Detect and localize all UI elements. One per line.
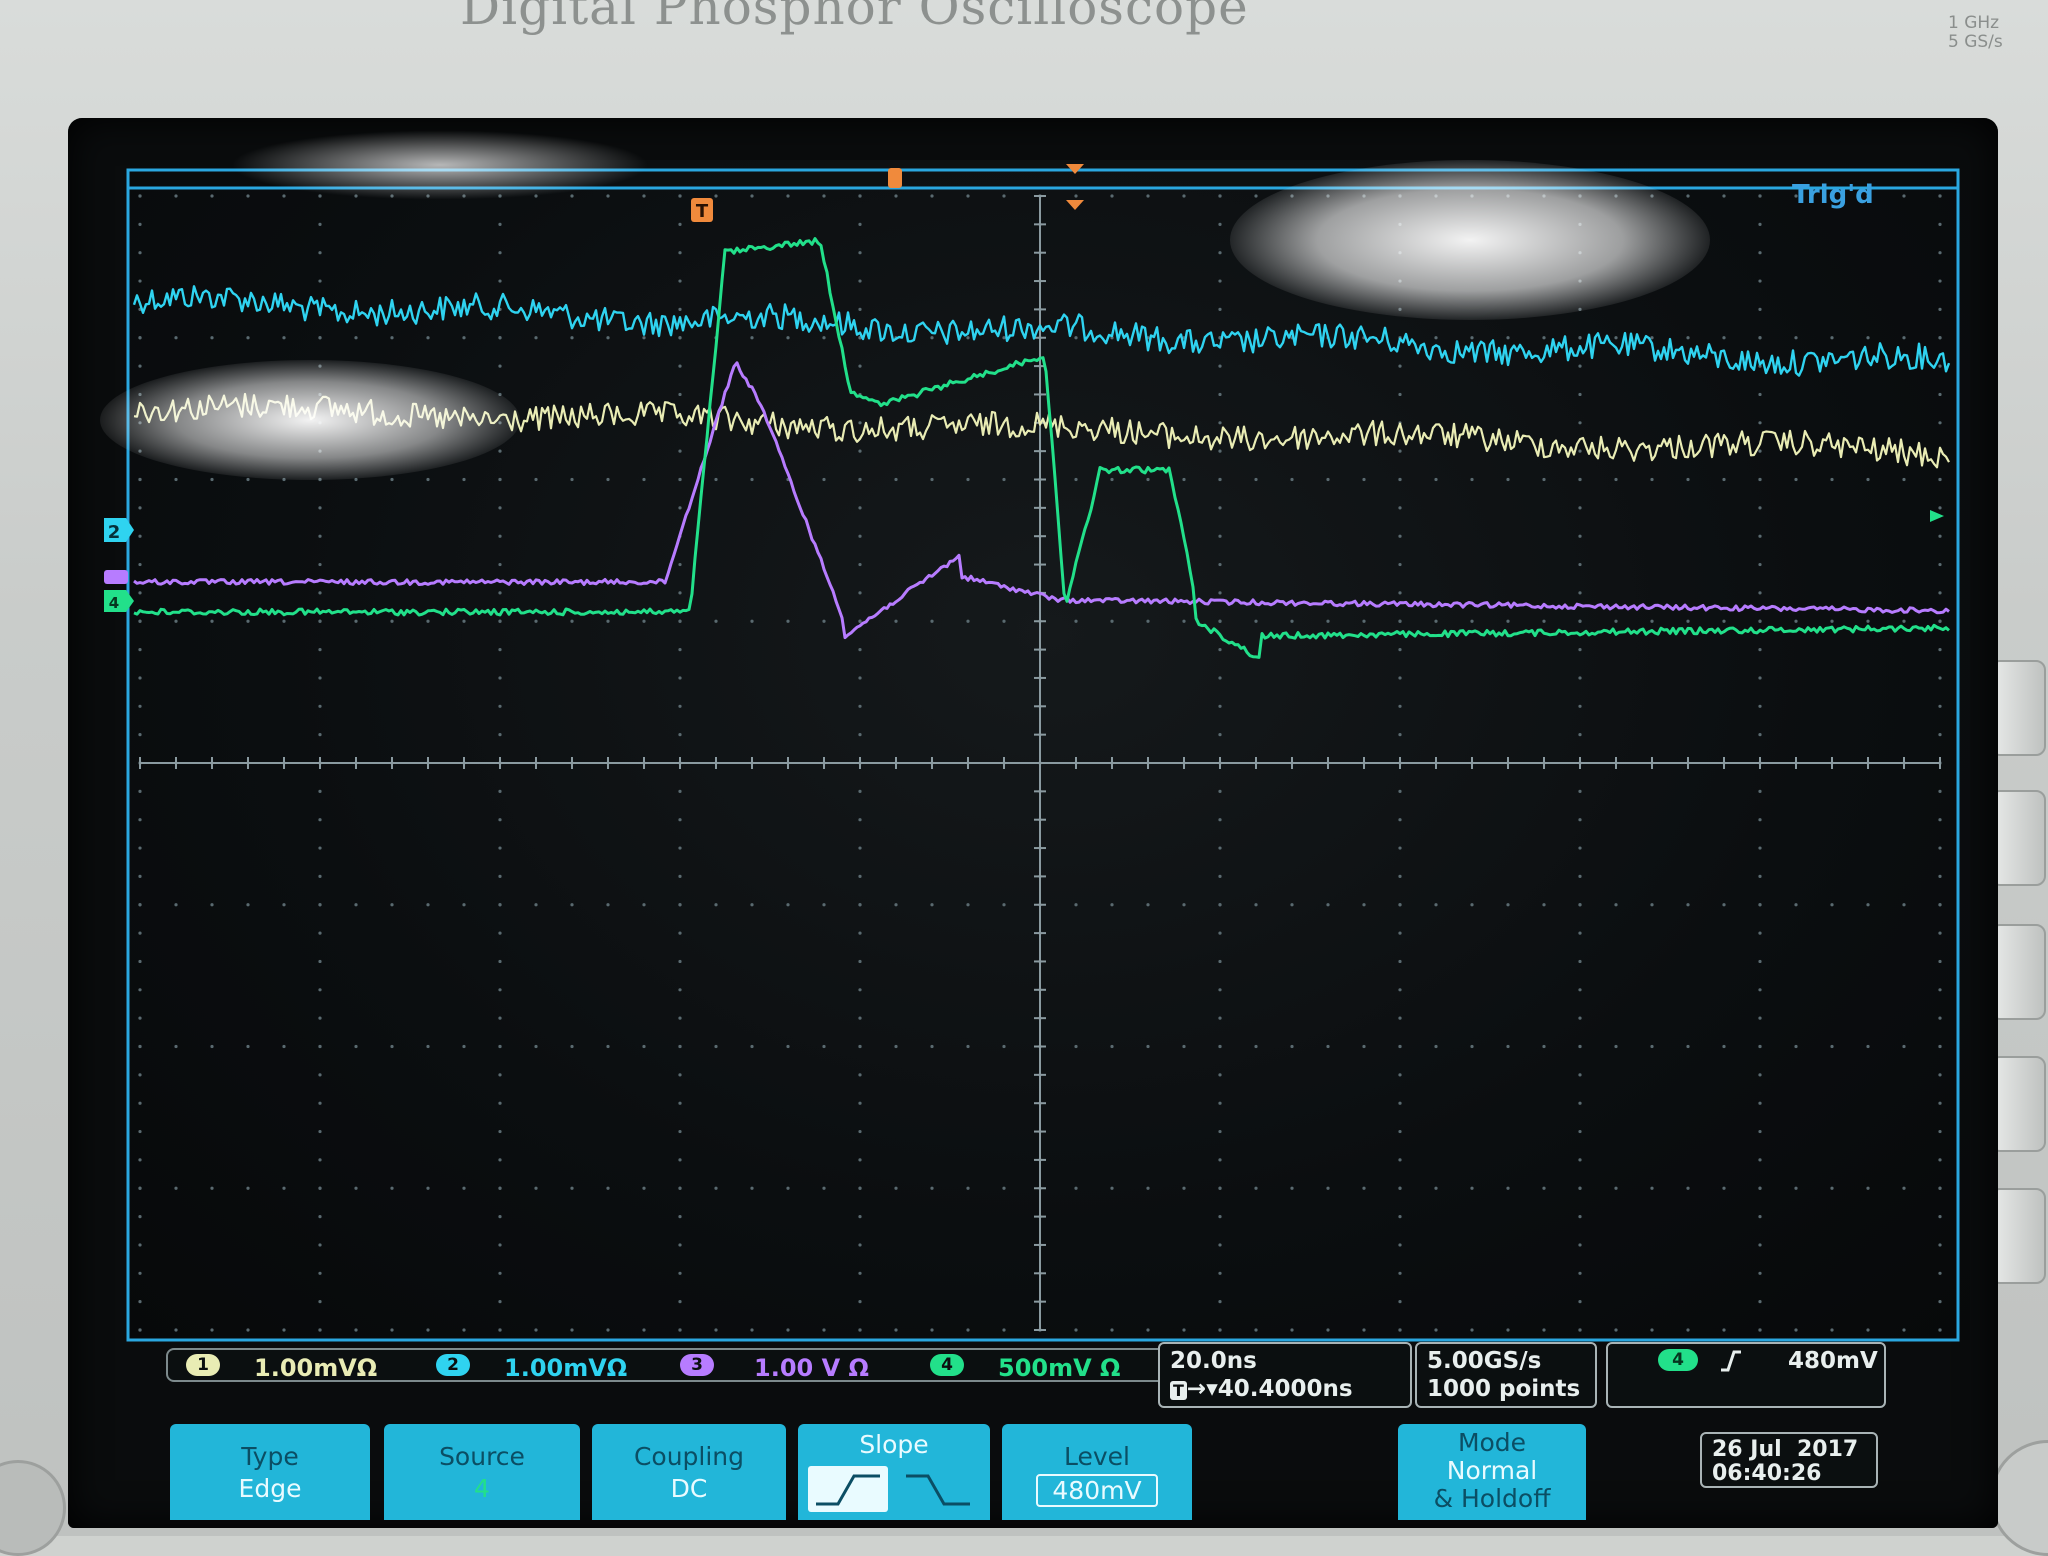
ch1-scale: 1.00mVΩ [254,1354,378,1382]
expansion-point-icon [1066,200,1084,210]
trigger-level-readout: 480mV [1788,1348,1878,1374]
menu-coupling-title: Coupling [633,1442,745,1471]
acquisition-status: Trig'd [1792,180,1874,210]
ch2-waveform [132,285,1951,377]
menu-coupling-value: DC [670,1474,708,1503]
menu-type-title: Type [241,1442,299,1471]
screen-glare [100,360,520,480]
ch3-scale: 1.00 V Ω [754,1354,869,1382]
graticule-grid [138,194,1942,1332]
menu-source-value: 4 [474,1474,490,1503]
slope-falling-option[interactable] [898,1466,978,1512]
menu-mode-button[interactable]: Mode Normal & Holdoff [1398,1424,1586,1520]
menu-slope-button[interactable]: Slope [798,1424,990,1520]
channel-readout-frame: 1 1.00mVΩ 2 1.00mVΩ 3 1.00 V Ω 4 500mV Ω [166,1348,1170,1382]
record-trigger-marker [888,168,902,188]
ch3-ground-marker[interactable] [104,570,128,584]
menu-level-title: Level [1064,1442,1130,1471]
screen-glare [1230,160,1710,320]
menu-level-button[interactable]: Level 480mV [1002,1424,1192,1520]
ch2-scale: 1.00mVΩ [504,1354,628,1382]
screen-glare [230,130,650,200]
record-length: 1000 points [1427,1376,1581,1402]
trigger-position-icon: T [1170,1381,1187,1400]
menu-mode-value: Normal [1446,1456,1538,1485]
trigger-position-marker: T [691,198,713,222]
ch4-badge[interactable]: 4 [930,1354,964,1376]
falling-slope-icon [906,1474,970,1506]
slope-rising-option[interactable] [808,1466,888,1512]
svg-text:T: T [696,201,709,222]
menu-source-button[interactable]: Source 4 [384,1424,580,1520]
svg-text:2: 2 [108,522,121,543]
timebase-readout: 20.0ns T →▾40.4000ns [1158,1342,1412,1408]
timebase-scale: 20.0ns [1170,1348,1257,1374]
ch3-badge[interactable]: 3 [680,1354,714,1376]
sampling-readout: 5.00GS/s 1000 points [1415,1342,1597,1408]
trigger-level-marker-icon [1930,510,1944,522]
menu-type-value: Edge [238,1474,302,1503]
ch4-scale: 500mV Ω [998,1354,1121,1382]
date: 26 Jul 2017 [1712,1437,1859,1462]
menu-coupling-button[interactable]: Coupling DC [592,1424,786,1520]
trigger-readout: 4 480mV [1606,1342,1886,1408]
ch2-badge[interactable]: 2 [436,1354,470,1376]
menu-level-value: 480mV [1036,1474,1158,1507]
trigger-source-badge: 4 [1658,1349,1698,1371]
rising-edge-icon [1721,1350,1741,1372]
menu-mode-holdoff: & Holdoff [1433,1484,1551,1513]
sample-rate: 5.00GS/s [1427,1348,1542,1374]
menu-slope-title: Slope [859,1430,929,1459]
ch1-badge[interactable]: 1 [186,1354,220,1376]
rising-slope-icon [816,1474,880,1506]
menu-type-button[interactable]: Type Edge [170,1424,370,1520]
graticule-frame [126,168,1960,1342]
date-time-readout: 26 Jul 2017 06:40:26 [1700,1432,1878,1488]
waveform-display: T 2 4 [104,164,1960,1342]
menu-mode-title: Mode [1457,1428,1527,1457]
time: 06:40:26 [1712,1461,1822,1486]
menu-source-title: Source [439,1442,525,1471]
svg-text:4: 4 [109,594,119,612]
timebase-position: T →▾40.4000ns [1170,1376,1353,1402]
